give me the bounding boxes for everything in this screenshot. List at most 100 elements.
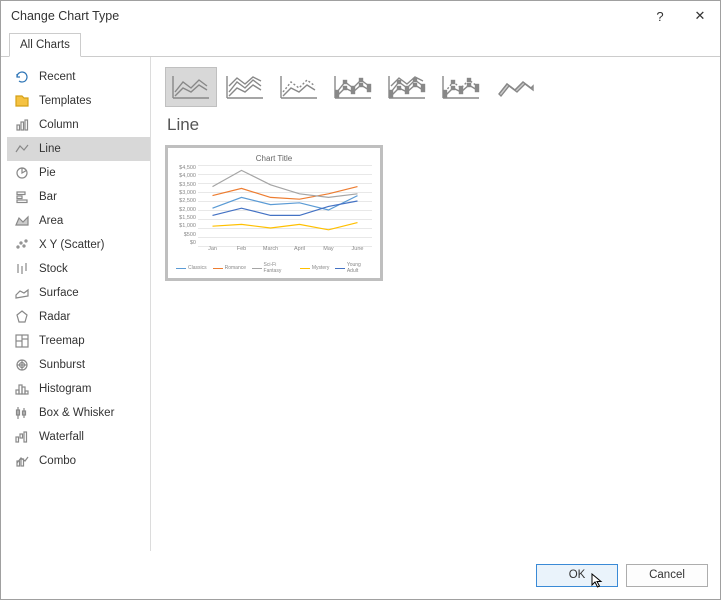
category-list: Recent Templates Column Line Pie Bar Area X Y (… — [1, 57, 151, 551]
line-subtype-0[interactable] — [165, 67, 217, 107]
x-tick: May — [314, 246, 343, 260]
help-icon: ? — [656, 9, 663, 24]
chart-lines — [198, 165, 372, 246]
category-stock[interactable]: Stock — [7, 257, 150, 281]
pie-icon — [13, 164, 31, 182]
category-box-whisker[interactable]: Box & Whisker — [7, 401, 150, 425]
cursor-icon — [591, 573, 607, 589]
y-axis: $4,500 $4,000 $3,500 $3,000 $2,500 $2,000 $1,5… — [176, 165, 198, 246]
histogram-icon — [13, 380, 31, 398]
line-icon — [13, 140, 31, 158]
y-tick: $3,000 — [176, 190, 198, 196]
sunburst-icon — [13, 356, 31, 374]
category-bar[interactable]: Bar — [7, 185, 150, 209]
category-surface[interactable]: Surface — [7, 281, 150, 305]
line-subtype-6[interactable] — [489, 67, 541, 107]
recent-icon — [13, 68, 31, 86]
y-tick: $2,500 — [176, 198, 198, 204]
category-label: Bar — [39, 191, 57, 203]
line-subtype-2[interactable] — [273, 67, 325, 107]
line-subtype-5[interactable] — [435, 67, 487, 107]
y-tick: $4,000 — [176, 173, 198, 179]
stock-icon — [13, 260, 31, 278]
y-tick: $2,000 — [176, 207, 198, 213]
series-sci-fi-fantasy — [213, 170, 358, 197]
chart-title: Chart Title — [176, 154, 372, 163]
line-subtype-3[interactable] — [327, 67, 379, 107]
category-label: Waterfall — [39, 431, 84, 443]
ok-button[interactable]: OK — [536, 564, 618, 587]
surface-icon — [13, 284, 31, 302]
bar-icon — [13, 188, 31, 206]
legend-item: Mystery — [300, 262, 330, 274]
y-tick: $500 — [176, 232, 198, 238]
y-tick: $1,000 — [176, 223, 198, 229]
category-line[interactable]: Line — [7, 137, 150, 161]
x-tick: March — [256, 246, 285, 260]
series-mystery — [213, 223, 358, 230]
type-title: Line — [167, 115, 706, 135]
category-label: Column — [39, 119, 79, 131]
category-histogram[interactable]: Histogram — [7, 377, 150, 401]
category-label: Radar — [39, 311, 70, 323]
category-combo[interactable]: Combo — [7, 449, 150, 473]
legend-item: Romance — [213, 262, 246, 274]
x-tick: April — [285, 246, 314, 260]
category-label: Box & Whisker — [39, 407, 114, 419]
main-pane: Line Chart Title $4,500 $4,000 $3,500 $3,00… — [151, 57, 720, 551]
close-button[interactable]: ✕ — [680, 1, 720, 31]
y-tick: $3,500 — [176, 182, 198, 188]
x-axis: JanFebMarchAprilMayJune — [198, 246, 372, 260]
category-label: Stock — [39, 263, 68, 275]
chart-area: $4,500 $4,000 $3,500 $3,000 $2,500 $2,000 $1,5… — [176, 165, 372, 260]
category-radar[interactable]: Radar — [7, 305, 150, 329]
x-tick: Jan — [198, 246, 227, 260]
series-romance — [213, 187, 358, 200]
category-x-y-scatter-[interactable]: X Y (Scatter) — [7, 233, 150, 257]
y-tick: $4,500 — [176, 165, 198, 171]
column-icon — [13, 116, 31, 134]
category-sunburst[interactable]: Sunburst — [7, 353, 150, 377]
category-label: Surface — [39, 287, 79, 299]
category-label: Area — [39, 215, 63, 227]
scatter-icon — [13, 236, 31, 254]
boxwhisker-icon — [13, 404, 31, 422]
y-tick: $1,500 — [176, 215, 198, 221]
change-chart-type-dialog: Change Chart Type ? ✕ All Charts Recent T… — [0, 0, 721, 600]
x-tick: June — [343, 246, 372, 260]
footer: OK Cancel — [1, 551, 720, 599]
category-recent[interactable]: Recent — [7, 65, 150, 89]
category-label: Sunburst — [39, 359, 85, 371]
category-label: X Y (Scatter) — [39, 239, 104, 251]
titlebar: Change Chart Type ? ✕ — [1, 1, 720, 31]
category-templates[interactable]: Templates — [7, 89, 150, 113]
radar-icon — [13, 308, 31, 326]
waterfall-icon — [13, 428, 31, 446]
treemap-icon — [13, 332, 31, 350]
category-label: Recent — [39, 71, 75, 83]
help-button[interactable]: ? — [640, 1, 680, 31]
area-icon — [13, 212, 31, 230]
y-tick: $0 — [176, 240, 198, 246]
line-subtype-4[interactable] — [381, 67, 433, 107]
templates-icon — [13, 92, 31, 110]
category-pie[interactable]: Pie — [7, 161, 150, 185]
category-label: Histogram — [39, 383, 91, 395]
category-area[interactable]: Area — [7, 209, 150, 233]
chart-preview[interactable]: Chart Title $4,500 $4,000 $3,500 $3,000 $2,5… — [165, 145, 383, 281]
tabrow: All Charts — [1, 31, 720, 57]
tab-all-charts[interactable]: All Charts — [9, 33, 81, 57]
category-column[interactable]: Column — [7, 113, 150, 137]
legend: ClassicsRomanceSci-Fi FantasyMysteryYoun… — [176, 262, 372, 274]
line-subtype-1[interactable] — [219, 67, 271, 107]
dialog-title: Change Chart Type — [11, 9, 119, 23]
dialog-body: Recent Templates Column Line Pie Bar Area X Y (… — [1, 57, 720, 551]
category-waterfall[interactable]: Waterfall — [7, 425, 150, 449]
category-label: Templates — [39, 95, 91, 107]
category-label: Line — [39, 143, 61, 155]
cancel-button[interactable]: Cancel — [626, 564, 708, 587]
category-label: Pie — [39, 167, 56, 179]
category-treemap[interactable]: Treemap — [7, 329, 150, 353]
category-label: Combo — [39, 455, 76, 467]
close-icon: ✕ — [695, 8, 706, 24]
